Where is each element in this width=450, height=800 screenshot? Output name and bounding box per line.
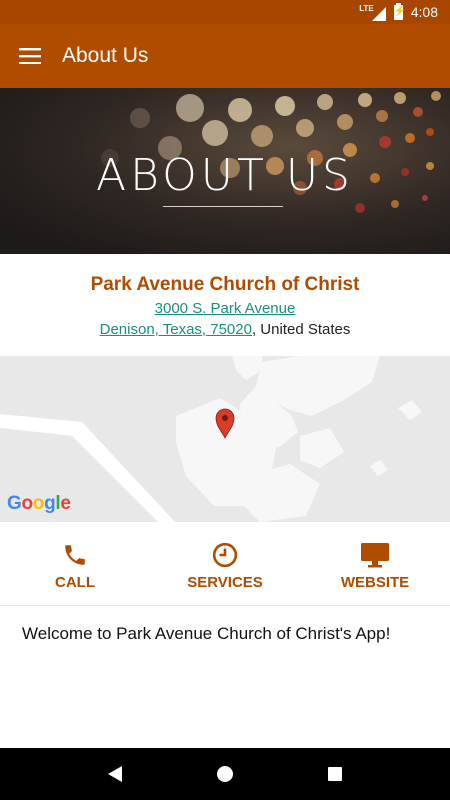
recents-button[interactable] (315, 754, 355, 794)
menu-button[interactable] (0, 24, 60, 88)
page-title: About Us (62, 44, 149, 67)
signal-icon: LTE (359, 4, 386, 21)
address-street-line: 3000 S. Park Avenue (0, 300, 450, 317)
phone-icon (65, 545, 85, 565)
recents-icon (328, 767, 342, 781)
app-bar: About Us (0, 24, 450, 88)
website-button[interactable]: WEBSITE (300, 522, 450, 605)
monitor-icon (361, 543, 389, 568)
status-time: 4:08 (410, 4, 438, 20)
church-name: Park Avenue Church of Christ (90, 274, 360, 295)
map-view[interactable]: Google (0, 356, 450, 522)
action-buttons: CALL SERVICES WEBSITE (0, 522, 450, 606)
call-button[interactable]: CALL (0, 522, 150, 605)
hero-divider (163, 206, 283, 207)
services-button[interactable]: SERVICES (150, 522, 300, 605)
church-info: Park Avenue Church of Christ 3000 S. Par… (0, 254, 450, 356)
address-city-link[interactable]: Denison, Texas, 75020 (100, 321, 252, 338)
hamburger-menu-icon (19, 48, 41, 64)
home-button[interactable] (205, 754, 245, 794)
address-country: , United States (251, 321, 351, 338)
address-city-line: Denison, Texas, 75020, United States (0, 321, 450, 338)
back-icon (108, 766, 122, 782)
back-button[interactable] (95, 754, 135, 794)
services-label: SERVICES (187, 574, 263, 591)
hero-title: ABOUT US (96, 150, 354, 201)
status-bar: LTE ⚡ 4:08 (0, 0, 450, 24)
home-icon (217, 766, 233, 782)
system-nav-bar (0, 748, 450, 800)
website-label: WEBSITE (340, 574, 410, 591)
clock-icon (212, 542, 238, 568)
hero-banner: ABOUT US (0, 88, 450, 254)
google-logo: Google (7, 493, 71, 514)
welcome-message: Welcome to Park Avenue Church of Christ'… (22, 624, 391, 643)
battery-icon: ⚡ (393, 2, 406, 20)
call-label: CALL (55, 574, 95, 591)
address-street-link[interactable]: 3000 S. Park Avenue (155, 300, 296, 317)
